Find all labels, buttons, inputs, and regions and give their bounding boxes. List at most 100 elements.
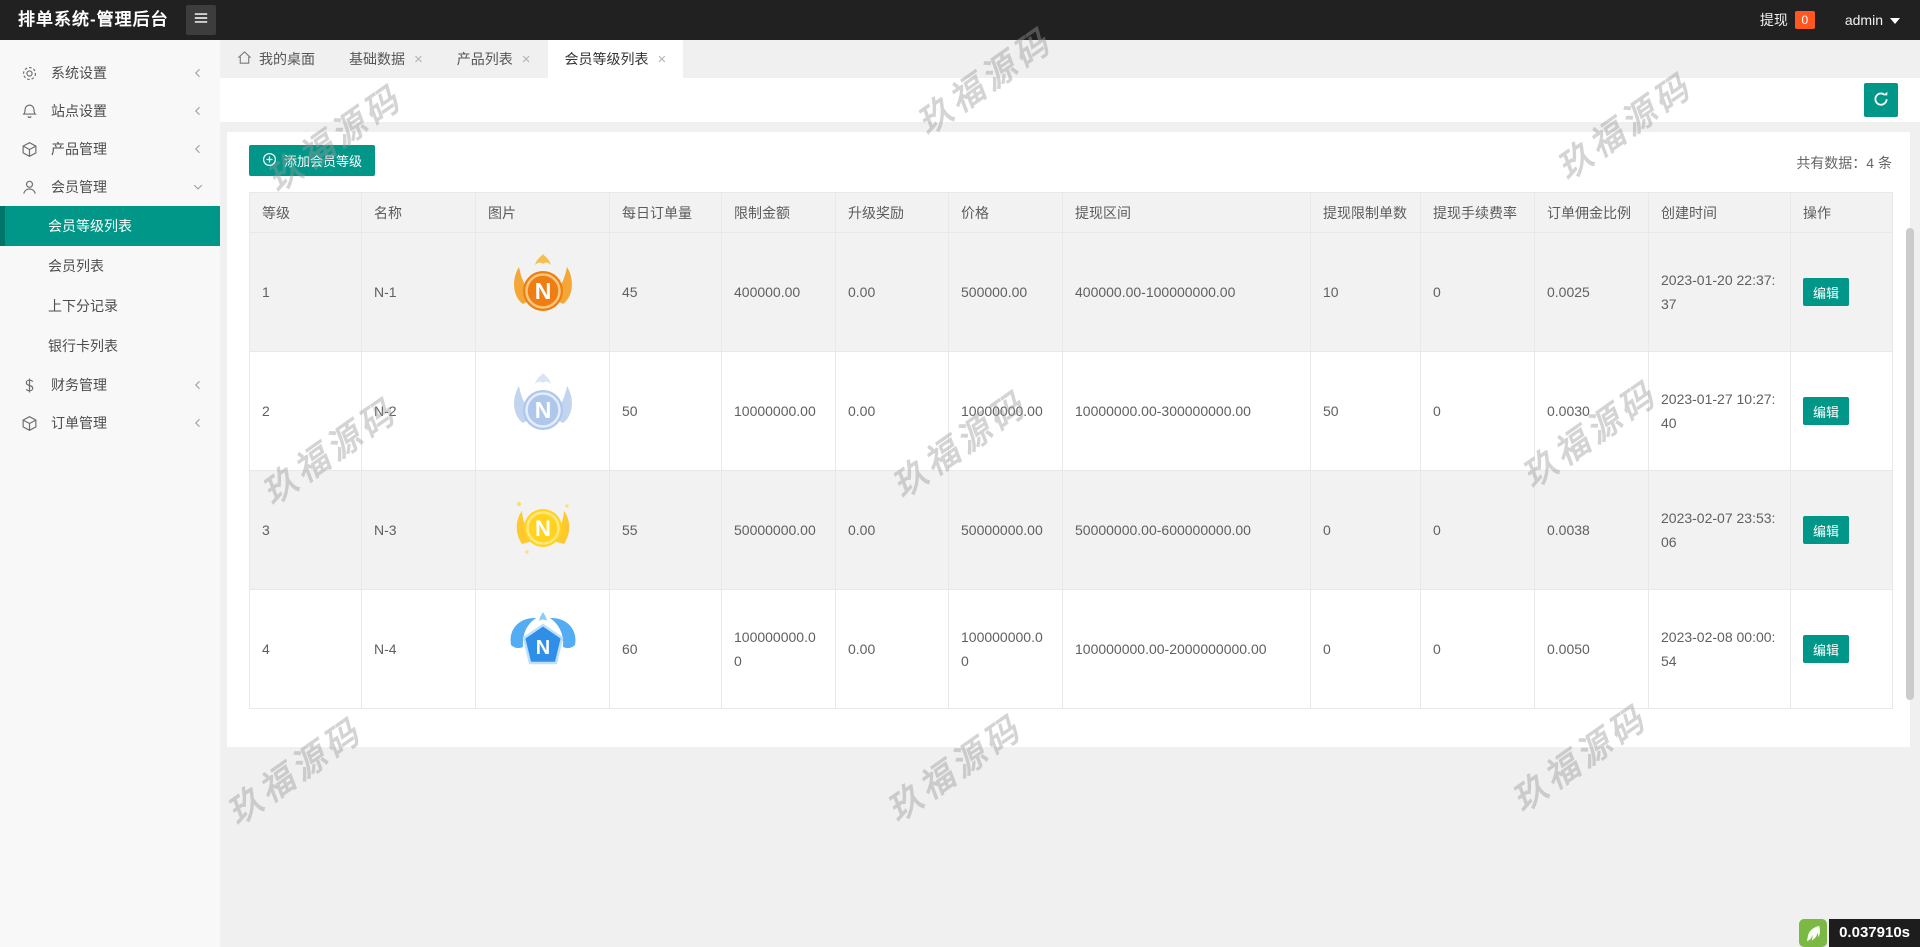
member-level-table-wrap: 等级名称图片每日订单量限制金额升级奖励价格提现区间提现限制单数提现手续费率订单佣… — [249, 192, 1892, 709]
column-header: 创建时间 — [1649, 193, 1791, 233]
sidebar-item-3[interactable]: 会员管理 — [0, 168, 220, 206]
chevron-left-icon — [192, 417, 204, 429]
sidebar-subitem[interactable]: 上下分记录 — [0, 286, 220, 326]
user-icon — [20, 178, 38, 196]
sidebar-item-0[interactable]: 系统设置 — [0, 54, 220, 92]
sidebar-subitem[interactable]: 会员列表 — [0, 246, 220, 286]
tab-bar: 我的桌面基础数据×产品列表×会员等级列表× — [220, 40, 1920, 78]
tab-2[interactable]: 产品列表× — [440, 40, 548, 78]
tab-label: 基础数据 — [349, 49, 405, 69]
cell-level: 2 — [250, 352, 362, 471]
thinkphp-flame-icon — [1799, 919, 1827, 947]
withdraw-menu[interactable]: 提现 0 — [1760, 10, 1815, 30]
cell-withdraw_limit: 10 — [1311, 233, 1421, 352]
scrollbar-thumb[interactable] — [1906, 228, 1914, 700]
close-icon[interactable]: × — [522, 52, 531, 67]
withdraw-label: 提现 — [1760, 10, 1788, 30]
gear-icon — [20, 64, 38, 82]
column-header: 操作 — [1791, 193, 1893, 233]
sidebar-item-5[interactable]: 订单管理 — [0, 404, 220, 442]
table-row-4: 4N-4N60100000000.000.00100000000.0010000… — [250, 590, 1893, 709]
sidebar-item-label: 系统设置 — [51, 63, 107, 83]
user-menu[interactable]: admin — [1845, 12, 1900, 28]
content-card: 添加会员等级 共有数据：4 条 等级名称图片每日订单量限制金额升级奖励价格提现区… — [227, 132, 1910, 747]
table-row-3: 3N-3N5550000000.000.0050000000.005000000… — [250, 471, 1893, 590]
svg-text:N: N — [535, 637, 549, 659]
column-header: 订单佣金比例 — [1535, 193, 1649, 233]
cell-created: 2023-01-27 10:27:40 — [1649, 352, 1791, 471]
column-header: 图片 — [476, 193, 610, 233]
cell-upgrade_reward: 0.00 — [836, 352, 949, 471]
cell-level: 3 — [250, 471, 362, 590]
close-icon[interactable]: × — [658, 52, 667, 67]
cell-image: N — [476, 233, 610, 352]
chevron-down-icon — [1890, 18, 1900, 24]
cell-price: 500000.00 — [949, 233, 1063, 352]
topbar: 排单系统-管理后台 提现 0 admin — [0, 0, 1920, 40]
cell-limit_amount: 10000000.00 — [722, 352, 836, 471]
cell-action: 编辑 — [1791, 590, 1893, 709]
username: admin — [1845, 12, 1883, 28]
tab-label: 我的桌面 — [259, 49, 315, 69]
cell-withdraw_fee: 0 — [1421, 233, 1535, 352]
render-timer: 0.037910s — [1799, 919, 1920, 947]
chevron-down-icon — [192, 181, 204, 193]
sidebar-subitem[interactable]: 银行卡列表 — [0, 326, 220, 366]
cell-action: 编辑 — [1791, 352, 1893, 471]
member-level-table: 等级名称图片每日订单量限制金额升级奖励价格提现区间提现限制单数提现手续费率订单佣… — [249, 192, 1893, 709]
column-header: 名称 — [362, 193, 476, 233]
cell-image: N — [476, 590, 610, 709]
cell-withdraw_range: 50000000.00-600000000.00 — [1063, 471, 1311, 590]
column-header: 升级奖励 — [836, 193, 949, 233]
cell-name: N-1 — [362, 233, 476, 352]
cell-daily_orders: 60 — [610, 590, 722, 709]
add-member-level-button[interactable]: 添加会员等级 — [249, 145, 375, 176]
cell-image: N — [476, 352, 610, 471]
sidebar-item-1[interactable]: 站点设置 — [0, 92, 220, 130]
gold-medal-badge-icon: N — [506, 313, 580, 329]
chevron-left-icon — [192, 143, 204, 155]
cell-name: N-3 — [362, 471, 476, 590]
cell-limit_amount: 400000.00 — [722, 233, 836, 352]
home-icon — [237, 50, 252, 68]
edit-button[interactable]: 编辑 — [1803, 278, 1849, 306]
cell-commission: 0.0025 — [1535, 233, 1649, 352]
cell-price: 10000000.00 — [949, 352, 1063, 471]
cell-upgrade_reward: 0.00 — [836, 233, 949, 352]
edit-button[interactable]: 编辑 — [1803, 516, 1849, 544]
tab-3[interactable]: 会员等级列表× — [548, 40, 684, 78]
cell-created: 2023-02-08 00:00:54 — [1649, 590, 1791, 709]
chevron-left-icon — [192, 379, 204, 391]
close-icon[interactable]: × — [414, 52, 423, 67]
dollar-icon — [20, 376, 38, 394]
sidebar-subitem[interactable]: 会员等级列表 — [0, 206, 220, 246]
column-header: 提现手续费率 — [1421, 193, 1535, 233]
refresh-button[interactable] — [1864, 83, 1898, 117]
column-header: 提现限制单数 — [1311, 193, 1421, 233]
tab-0[interactable]: 我的桌面 — [220, 40, 332, 78]
sidebar-item-2[interactable]: 产品管理 — [0, 130, 220, 168]
hamburger-menu-button[interactable] — [186, 5, 216, 35]
svg-text:N: N — [534, 278, 551, 304]
cell-action: 编辑 — [1791, 233, 1893, 352]
hamburger-icon — [192, 9, 210, 32]
refresh-icon — [1872, 90, 1890, 111]
cell-upgrade_reward: 0.00 — [836, 471, 949, 590]
cell-daily_orders: 55 — [610, 471, 722, 590]
sidebar-item-label: 财务管理 — [51, 375, 107, 395]
cell-created: 2023-02-07 23:53:06 — [1649, 471, 1791, 590]
sidebar-item-4[interactable]: 财务管理 — [0, 366, 220, 404]
cell-withdraw_fee: 0 — [1421, 352, 1535, 471]
cell-withdraw_limit: 0 — [1311, 471, 1421, 590]
chevron-left-icon — [192, 67, 204, 79]
edit-button[interactable]: 编辑 — [1803, 635, 1849, 663]
edit-button[interactable]: 编辑 — [1803, 397, 1849, 425]
table-row-1: 1N-1N45400000.000.00500000.00400000.00-1… — [250, 233, 1893, 352]
cell-commission: 0.0030 — [1535, 352, 1649, 471]
tab-1[interactable]: 基础数据 × — [332, 40, 440, 78]
cell-withdraw_fee: 0 — [1421, 471, 1535, 590]
cell-withdraw_range: 400000.00-100000000.00 — [1063, 233, 1311, 352]
blue-wings-badge-icon: N — [506, 670, 580, 686]
table-row-2: 2N-2N5010000000.000.0010000000.001000000… — [250, 352, 1893, 471]
sidebar: 系统设置站点设置产品管理会员管理会员等级列表会员列表上下分记录银行卡列表财务管理… — [0, 40, 220, 947]
